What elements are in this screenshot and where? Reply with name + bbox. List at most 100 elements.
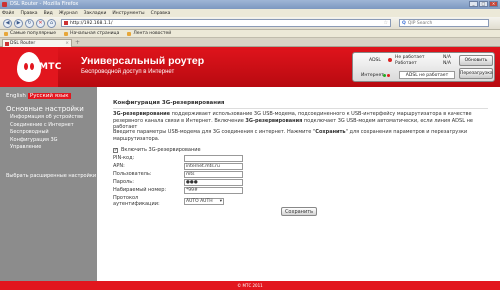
menu-edit[interactable]: Правка xyxy=(20,11,37,16)
reboot-button[interactable]: Перезагрузка xyxy=(459,68,493,79)
lang-russian-link[interactable]: Русский язык xyxy=(27,93,71,99)
enable-3g-label: Включить 3G-резервирование xyxy=(121,147,201,153)
bookmark-most-visited[interactable]: Самые популярные xyxy=(4,31,56,36)
section-description: 3G-резервирование поддерживает использов… xyxy=(113,111,473,130)
tab-favicon-icon xyxy=(5,42,9,46)
adsl-status-value: Не работает xyxy=(395,55,425,60)
page-title: Универсальный роутер xyxy=(81,55,205,67)
menu-tools[interactable]: Инструменты xyxy=(112,11,144,16)
sidebar-item-management[interactable]: Управление xyxy=(10,144,83,151)
copyright-bar: © МТС 2011 xyxy=(0,281,500,290)
user-row: Пользователь: mts xyxy=(113,171,243,178)
window-titlebar: DSL Router - Mozilla Firefox _ □ × xyxy=(0,0,500,9)
sidebar-item-internet[interactable]: Соединение с Интернет xyxy=(10,122,83,129)
auth-row: Протокол аутентификации: AUTO AUTH ▾ xyxy=(113,195,224,207)
sidebar: English Русский язык Основные настройки … xyxy=(0,87,97,281)
section-title: Конфигурация 3G-резервирования xyxy=(113,100,488,109)
bookmark-label: Лента новостей xyxy=(133,31,172,36)
back-button[interactable]: ◀ xyxy=(3,18,12,28)
close-window-button[interactable]: × xyxy=(489,1,498,7)
new-tab-button[interactable]: + xyxy=(75,39,80,46)
save-button[interactable]: Сохранить xyxy=(281,207,317,216)
reload-button[interactable]: ↻ xyxy=(25,18,34,28)
rss-icon xyxy=(127,31,132,36)
adsl-label: ADSL xyxy=(369,58,381,63)
bookmark-start-page[interactable]: Начальная страница xyxy=(64,31,119,36)
menu-history[interactable]: Журнал xyxy=(59,11,78,16)
home-button[interactable]: ⌂ xyxy=(47,18,56,28)
url-text[interactable]: http://192.168.1.1/ xyxy=(70,21,113,26)
status-panel: ADSL Не работает Работает N/A N/A Обнови… xyxy=(352,52,495,82)
menu-file[interactable]: Файл xyxy=(2,11,14,16)
bookmark-star-icon[interactable]: ☆ xyxy=(384,20,388,26)
pin-label: PIN-код: xyxy=(113,155,135,162)
bookmark-icon xyxy=(64,31,69,36)
menu-view[interactable]: Вид xyxy=(44,11,53,16)
menu-help[interactable]: Справка xyxy=(151,11,171,16)
auth-label: Протокол аутентификации: xyxy=(113,195,160,207)
bookmarks-toolbar: Самые популярные Начальная страница Лент… xyxy=(0,30,500,38)
menu-bookmarks[interactable]: Закладки xyxy=(84,11,107,16)
search-bar[interactable]: Q QIP Search xyxy=(399,19,489,27)
search-engine-icon[interactable]: Q xyxy=(402,21,406,26)
led-icon xyxy=(383,74,386,77)
pin-input[interactable] xyxy=(184,155,243,162)
advanced-settings-link[interactable]: Выбрать расширенные настройки xyxy=(6,173,96,179)
lang-english-link[interactable]: English xyxy=(6,93,26,99)
password-row: Пароль: ●●● xyxy=(113,179,243,186)
user-input[interactable]: mts xyxy=(184,171,243,178)
dropdown-arrow-icon: ▾ xyxy=(219,198,222,204)
language-switcher: English Русский язык xyxy=(6,93,71,99)
bookmark-label: Самые популярные xyxy=(10,31,57,36)
status-na-2: N/A xyxy=(443,61,451,66)
tab-label: DSL Router xyxy=(10,41,36,46)
menu-bar: Файл Правка Вид Журнал Закладки Инструме… xyxy=(0,9,500,17)
close-tab-icon[interactable]: × xyxy=(65,40,69,47)
sidebar-item-device-info[interactable]: Информация об устройстве xyxy=(10,114,83,121)
status-na-1: N/A xyxy=(443,55,451,60)
internet-label: Интернет xyxy=(361,73,384,78)
refresh-button[interactable]: Обновить xyxy=(459,55,493,66)
adsl-state-badge: ADSL не работает xyxy=(399,71,455,79)
window-title: DSL Router - Mozilla Firefox xyxy=(10,1,79,7)
page-viewport: МТС Универсальный роутер Беспроводной до… xyxy=(0,47,500,285)
minimize-button[interactable]: _ xyxy=(469,1,478,7)
bookmark-icon xyxy=(4,31,8,36)
adsl-status-led-icon xyxy=(388,58,392,62)
led-icon xyxy=(387,74,390,77)
internet-status-leds xyxy=(383,74,390,77)
bookmark-news-feed[interactable]: Лента новостей xyxy=(127,31,171,36)
search-placeholder[interactable]: QIP Search xyxy=(408,21,432,26)
forward-button[interactable]: ▶ xyxy=(14,18,23,28)
auth-protocol-select[interactable]: AUTO AUTH ▾ xyxy=(184,197,224,205)
dial-number-input[interactable]: *99# xyxy=(184,187,243,194)
apn-label: APN: xyxy=(113,163,125,170)
router-header: МТС Универсальный роутер Беспроводной до… xyxy=(0,47,500,87)
sidebar-nav: Информация об устройстве Соединение с Ин… xyxy=(10,114,83,151)
pin-row: PIN-код: xyxy=(113,155,243,162)
tab-dsl-router[interactable]: DSL Router × xyxy=(2,39,72,47)
apn-input[interactable]: internet.mts.ru xyxy=(184,163,243,170)
section-instructions: Введите параметры USB-модема для 3G соед… xyxy=(113,129,468,142)
password-input[interactable]: ●●● xyxy=(184,179,243,186)
logo-text: МТС xyxy=(39,62,62,72)
enable-3g-row: ✓ Включить 3G-резервирование xyxy=(113,147,201,153)
apn-row: APN: internet.mts.ru xyxy=(113,163,243,170)
auth-protocol-value: AUTO AUTH xyxy=(186,198,213,204)
stop-button[interactable]: ✕ xyxy=(36,18,45,28)
url-bar[interactable]: http://192.168.1.1/ ☆ xyxy=(61,19,391,27)
main-content: Конфигурация 3G-резервирования 3G-резерв… xyxy=(113,87,493,281)
window-controls: _ □ × xyxy=(469,1,498,7)
password-label: Пароль: xyxy=(113,179,134,186)
bookmark-label: Начальная страница xyxy=(70,31,120,36)
tab-strip: DSL Router × + xyxy=(0,38,500,47)
maximize-button[interactable]: □ xyxy=(479,1,488,7)
mts-egg-icon xyxy=(17,52,41,82)
dial-number-row: Набираемый номер: *99# xyxy=(113,187,243,194)
enable-3g-checkbox[interactable]: ✓ xyxy=(113,147,118,153)
app-icon xyxy=(2,2,7,7)
navigation-toolbar: ◀ ▶ ↻ ✕ ⌂ http://192.168.1.1/ ☆ Q QIP Se… xyxy=(0,17,500,30)
user-label: Пользователь: xyxy=(113,171,152,178)
sidebar-item-3g-config[interactable]: Конфигурация 3G xyxy=(10,137,83,144)
sidebar-item-wireless[interactable]: Беспроводный xyxy=(10,129,83,136)
